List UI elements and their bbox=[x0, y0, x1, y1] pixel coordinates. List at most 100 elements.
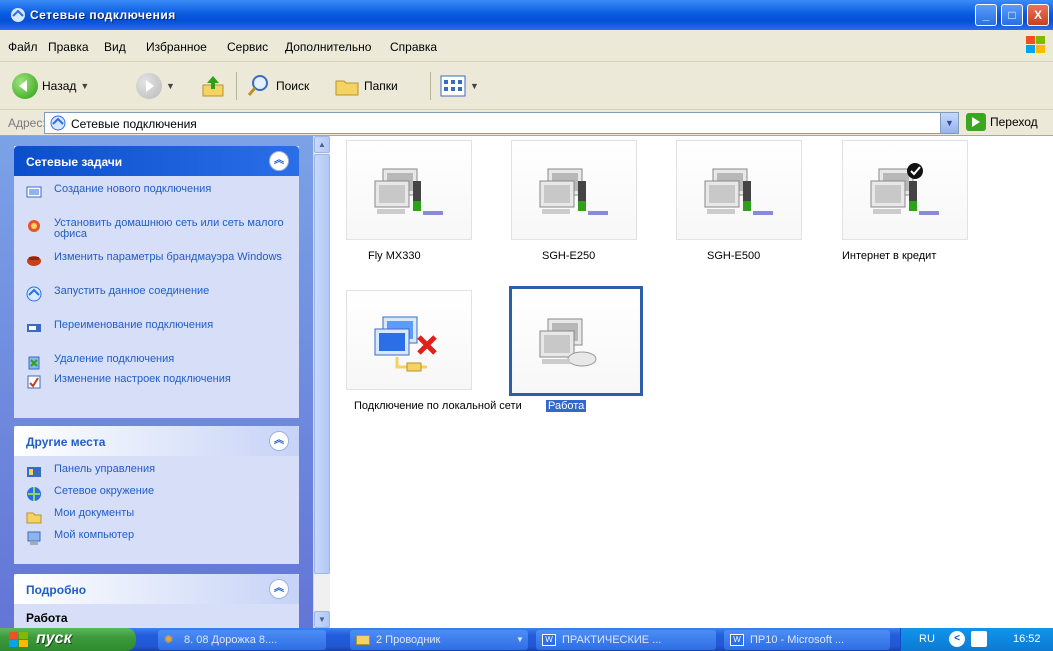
task-delete[interactable]: Удаление подключения bbox=[14, 354, 299, 374]
task-firewall[interactable]: Изменить параметры брандмауэра Windows bbox=[14, 252, 299, 286]
views-button[interactable]: ▼ bbox=[440, 72, 479, 100]
address-value: Сетевые подключения bbox=[71, 117, 197, 131]
word-icon: W bbox=[542, 634, 556, 646]
collapse-icon[interactable]: ︽ bbox=[269, 579, 289, 599]
taskbar-button-label: ПРАКТИЧЕСКИЕ ... bbox=[562, 634, 662, 646]
delete-icon bbox=[28, 356, 40, 370]
up-folder-button[interactable] bbox=[200, 72, 226, 100]
connection-tile-selected[interactable] bbox=[509, 286, 643, 396]
windows-logo-icon bbox=[9, 632, 28, 647]
tray-app-icon[interactable] bbox=[971, 631, 987, 647]
back-button[interactable]: Назад ▼ bbox=[12, 72, 89, 100]
connection-tile[interactable] bbox=[346, 290, 472, 390]
forward-button[interactable]: ▼ bbox=[136, 72, 175, 100]
details-connection-name: Работа bbox=[26, 611, 68, 625]
menu-advanced[interactable]: Дополнительно bbox=[285, 40, 371, 54]
home-network-icon bbox=[28, 220, 40, 232]
connect-icon bbox=[26, 286, 42, 302]
menu-help[interactable]: Справка bbox=[390, 40, 437, 54]
minimize-button[interactable]: _ bbox=[975, 4, 997, 26]
connection-tile[interactable] bbox=[676, 140, 802, 240]
task-pane-scrollbar[interactable]: ▲ ▼ bbox=[313, 136, 330, 628]
toolbar: Назад ▼ ▼ Поиск Папки ▼ bbox=[0, 62, 1053, 110]
place-label: Панель управления bbox=[54, 463, 156, 475]
taskbar: пуск ✺ 8. 08 Дорожка 8.... 2 Проводник ▼… bbox=[0, 628, 1053, 651]
scroll-down-icon[interactable]: ▼ bbox=[314, 611, 330, 628]
settings-icon bbox=[27, 375, 41, 389]
address-dropdown-icon[interactable]: ▼ bbox=[940, 113, 958, 133]
window-title: Сетевые подключения bbox=[30, 8, 176, 22]
new-connection-icon bbox=[26, 186, 42, 198]
task-label: Изменить параметры брандмауэра Windows bbox=[54, 251, 282, 263]
network-tasks-header[interactable]: Сетевые задачи ︽ bbox=[14, 146, 299, 176]
forward-dropdown-icon[interactable]: ▼ bbox=[166, 81, 175, 91]
connection-label[interactable]: Интернет в кредит bbox=[842, 250, 936, 263]
task-label: Переименование подключения bbox=[54, 319, 214, 331]
firewall-icon bbox=[27, 256, 41, 266]
default-dialup-connection-icon bbox=[870, 163, 939, 215]
menu-tools[interactable]: Сервис bbox=[227, 40, 268, 54]
search-button[interactable]: Поиск bbox=[246, 72, 309, 100]
connection-tile[interactable] bbox=[346, 140, 472, 240]
word-icon: W bbox=[730, 634, 744, 646]
lan-disconnected-icon bbox=[374, 316, 437, 372]
place-control-panel[interactable]: Панель управления bbox=[14, 464, 299, 486]
connection-label[interactable]: Подключение по локальной сети bbox=[354, 400, 522, 413]
connection-label-selected[interactable]: Работа bbox=[546, 400, 587, 413]
go-button[interactable]: Переход bbox=[966, 113, 1038, 131]
connection-label[interactable]: SGH-E250 bbox=[542, 250, 595, 263]
forward-arrow-icon bbox=[136, 73, 162, 99]
taskbar-button-word-2[interactable]: W ПР10 - Microsoft ... bbox=[724, 630, 890, 650]
connections-view: Fly MX330 SGH-E250 SGH-E500 Интернет в к… bbox=[330, 136, 1053, 628]
task-change-settings[interactable]: Изменение настроек подключения bbox=[14, 374, 299, 408]
menu-file[interactable]: Файл bbox=[8, 40, 38, 54]
network-tasks-panel: Сетевые задачи ︽ Создание нового подключ… bbox=[14, 146, 299, 418]
other-places-panel: Другие места ︽ Панель управления Сетевое… bbox=[14, 426, 299, 564]
maximize-button[interactable]: □ bbox=[1001, 4, 1023, 26]
place-network-places[interactable]: Сетевое окружение bbox=[14, 486, 299, 508]
collapse-icon[interactable]: ︽ bbox=[269, 431, 289, 451]
start-button[interactable]: пуск bbox=[0, 628, 136, 651]
place-label: Мои документы bbox=[54, 507, 135, 519]
tray-expand-icon[interactable]: < bbox=[949, 631, 965, 647]
taskbar-button-media[interactable]: ✺ 8. 08 Дорожка 8.... bbox=[158, 630, 326, 650]
scrollbar-thumb[interactable] bbox=[314, 154, 330, 574]
task-home-network[interactable]: Установить домашнюю сеть или сеть малого… bbox=[14, 218, 299, 252]
task-start-connection[interactable]: Запустить данное соединение bbox=[14, 286, 299, 320]
taskbar-button-label: ПР10 - Microsoft ... bbox=[750, 634, 845, 646]
connection-label[interactable]: SGH-E500 bbox=[707, 250, 760, 263]
task-create-connection[interactable]: Создание нового подключения bbox=[14, 184, 299, 218]
close-button[interactable]: X bbox=[1027, 4, 1049, 26]
connection-tile[interactable] bbox=[511, 140, 637, 240]
task-rename[interactable]: Переименование подключения bbox=[14, 320, 299, 354]
clock[interactable]: 16:52 bbox=[1013, 633, 1041, 645]
connection-tile[interactable] bbox=[842, 140, 968, 240]
taskbar-button-word-1[interactable]: W ПРАКТИЧЕСКИЕ ... bbox=[536, 630, 716, 650]
scroll-up-icon[interactable]: ▲ bbox=[314, 136, 330, 153]
menu-favorites[interactable]: Избранное bbox=[146, 40, 207, 54]
connection-label[interactable]: Fly MX330 bbox=[368, 250, 421, 263]
place-my-computer[interactable]: Мой компьютер bbox=[14, 530, 299, 552]
folders-button[interactable]: Папки bbox=[334, 72, 398, 100]
taskbar-button-explorer[interactable]: 2 Проводник ▼ bbox=[350, 630, 528, 650]
address-input[interactable]: Сетевые подключения ▼ bbox=[44, 112, 959, 134]
back-label: Назад bbox=[42, 79, 77, 93]
menu-edit[interactable]: Правка bbox=[48, 40, 89, 54]
language-indicator[interactable]: RU bbox=[919, 633, 935, 645]
place-my-documents[interactable]: Мои документы bbox=[14, 508, 299, 530]
back-dropdown-icon[interactable]: ▼ bbox=[80, 81, 89, 91]
start-label: пуск bbox=[36, 630, 72, 647]
task-label: Запустить данное соединение bbox=[54, 285, 210, 297]
details-title: Подробно bbox=[26, 583, 87, 597]
title-bar[interactable]: Сетевые подключения _ □ X bbox=[0, 0, 1053, 30]
folders-label: Папки bbox=[364, 79, 398, 93]
collapse-icon[interactable]: ︽ bbox=[269, 151, 289, 171]
network-connections-icon bbox=[50, 115, 66, 131]
details-header[interactable]: Подробно ︽ bbox=[14, 574, 299, 604]
menu-view[interactable]: Вид bbox=[104, 40, 126, 54]
other-places-title: Другие места bbox=[26, 435, 106, 449]
network-places-icon bbox=[27, 487, 41, 501]
selected-label-text: Работа bbox=[546, 400, 587, 412]
views-dropdown-icon[interactable]: ▼ bbox=[470, 81, 479, 91]
other-places-header[interactable]: Другие места ︽ bbox=[14, 426, 299, 456]
